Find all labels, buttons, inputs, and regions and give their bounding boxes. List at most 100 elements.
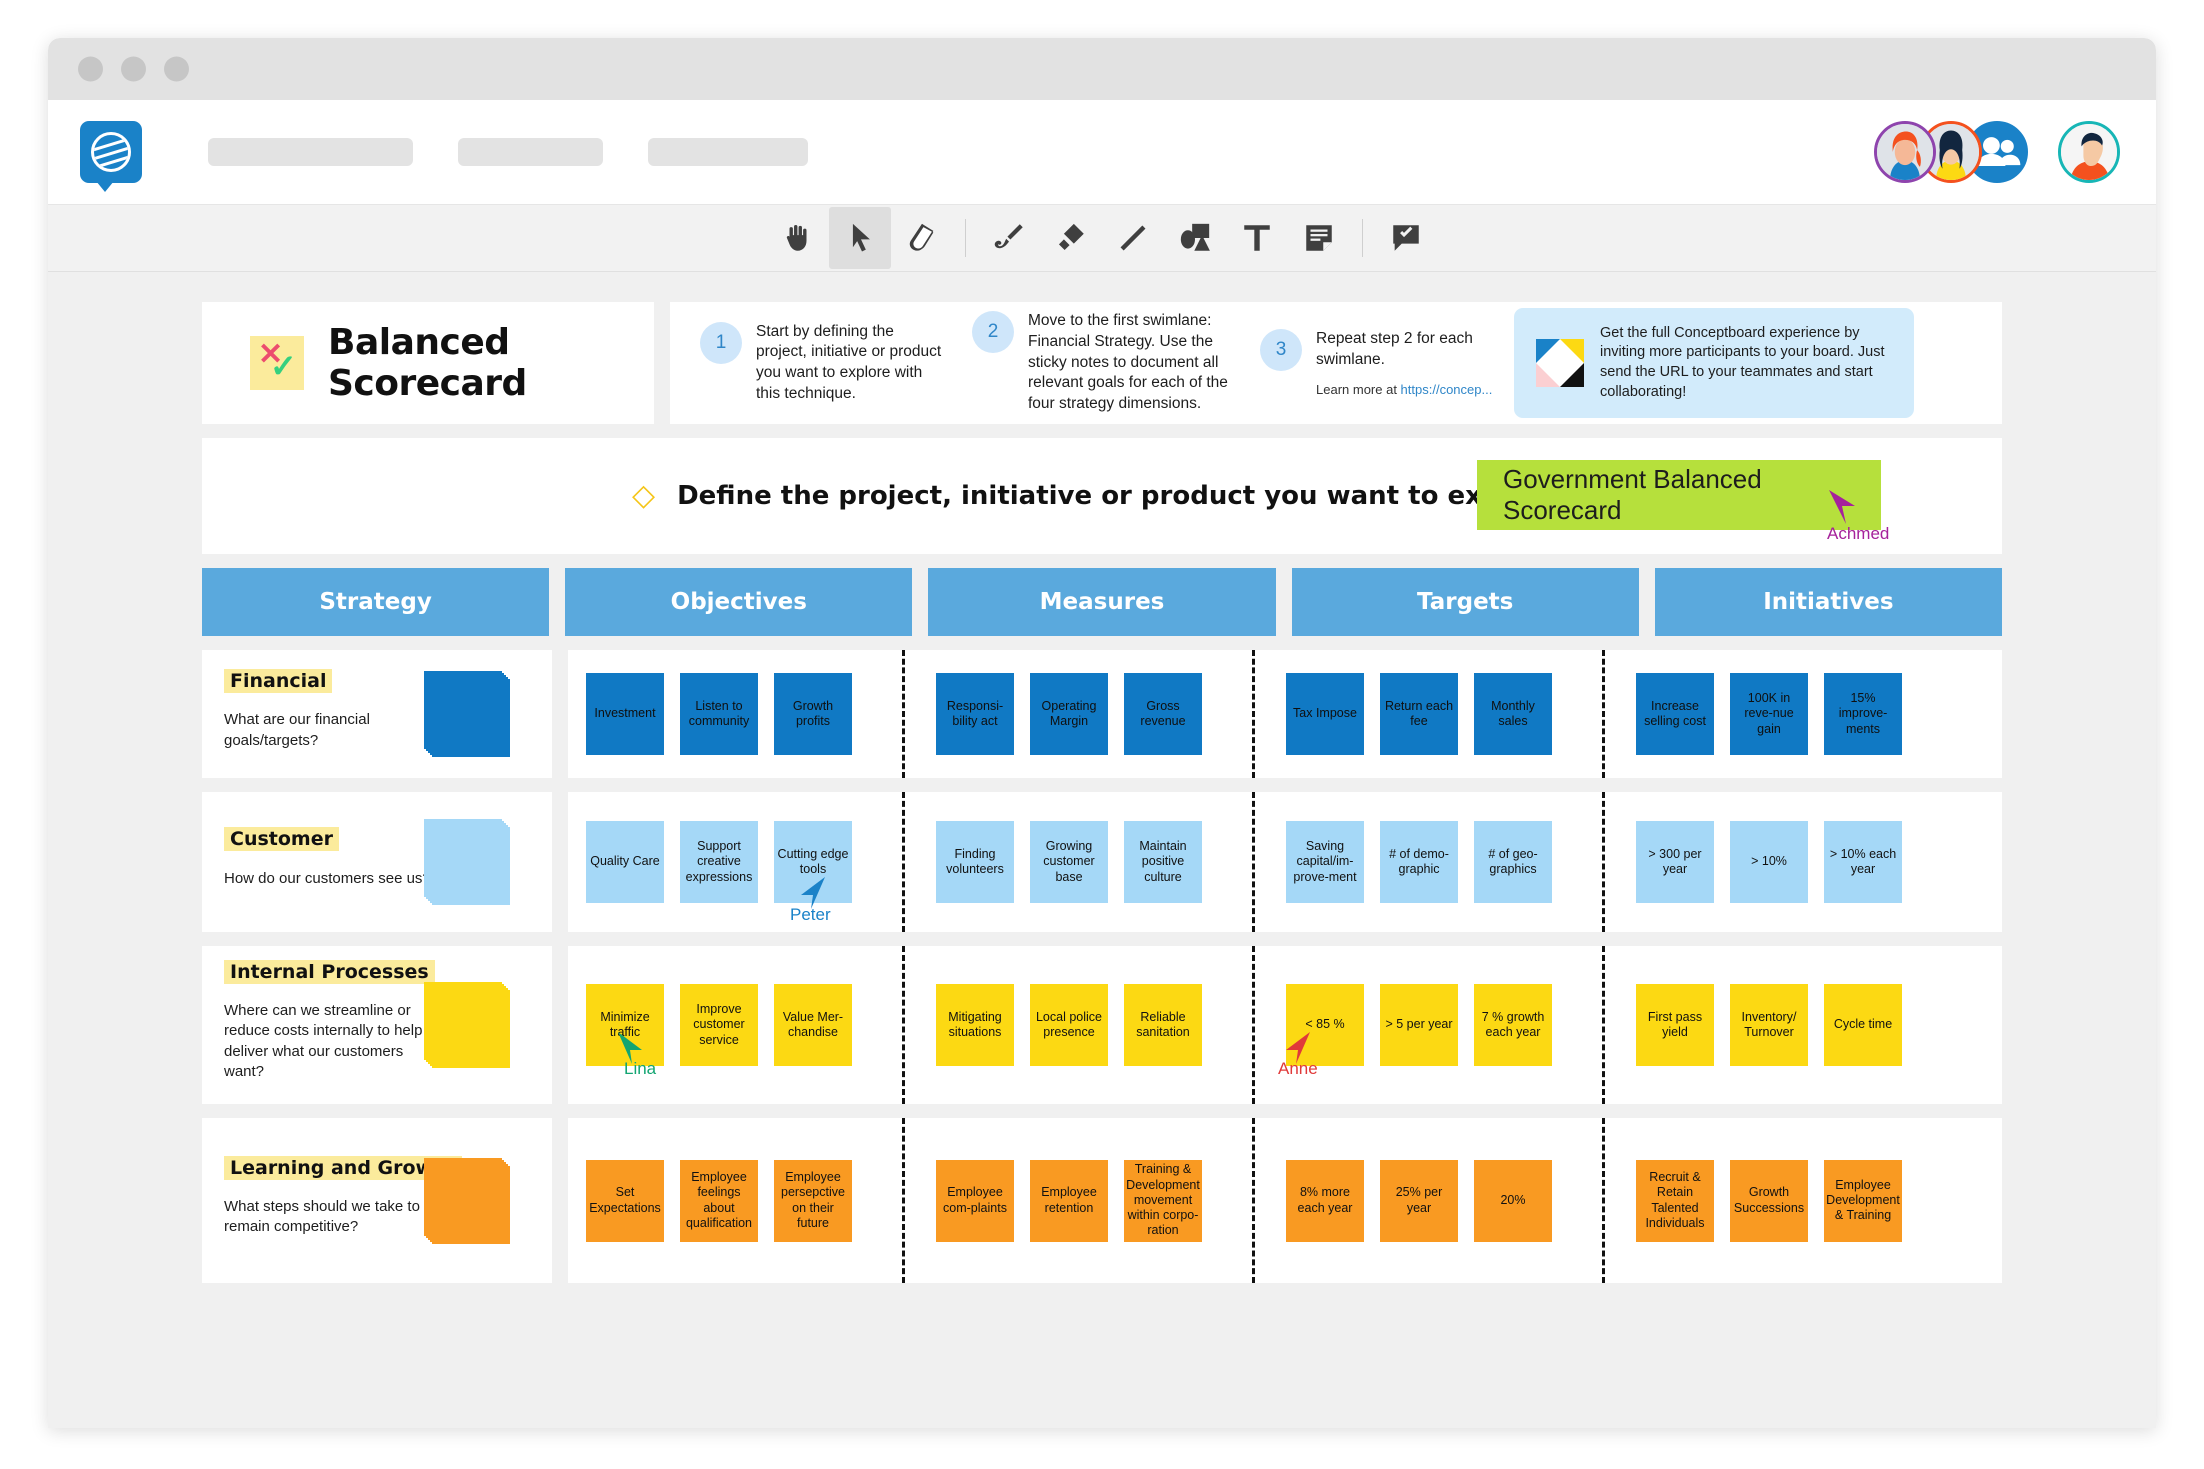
app-header bbox=[48, 100, 2156, 204]
select-tool[interactable] bbox=[829, 207, 891, 269]
sticky-note[interactable]: 100K in reve-nue gain bbox=[1730, 673, 1808, 755]
sticky-note[interactable]: Set Expectations bbox=[586, 1159, 664, 1242]
sticky-note[interactable]: 7 % growth each year bbox=[1474, 984, 1552, 1066]
sticky-stack-internal[interactable] bbox=[424, 982, 510, 1068]
sticky-note[interactable]: Inventory/ Turnover bbox=[1730, 984, 1808, 1066]
sticky-note[interactable]: Tax Impose bbox=[1286, 673, 1364, 755]
line-tool[interactable] bbox=[1102, 207, 1164, 269]
sticky-note[interactable]: Employee retention bbox=[1030, 1159, 1108, 1242]
sticky-note[interactable]: Growing customer base bbox=[1030, 821, 1108, 903]
avatar-current-user[interactable] bbox=[2058, 121, 2120, 183]
conceptboard-mark-icon bbox=[1536, 339, 1584, 387]
initiatives-group: Recruit & Retain Talented Individuals Gr… bbox=[1634, 1159, 1968, 1242]
column-header-initiatives: Initiatives bbox=[1654, 568, 2003, 636]
sticky-note[interactable]: > 300 per year bbox=[1636, 821, 1714, 903]
column-header-objectives: Objectives bbox=[565, 568, 913, 636]
sticky-note[interactable]: Growth profits bbox=[774, 673, 852, 755]
sticky-note[interactable]: 15% improve-ments bbox=[1824, 673, 1902, 755]
conceptboard-logo-icon[interactable] bbox=[80, 121, 142, 192]
sticky-note[interactable]: Employee persepctive on their future bbox=[774, 1159, 852, 1242]
sticky-note[interactable]: Improve customer service bbox=[680, 984, 758, 1066]
column-headers: Strategy Objectives Measures Targets Ini… bbox=[202, 568, 2003, 636]
sticky-stack-financial[interactable] bbox=[424, 671, 510, 757]
sticky-note[interactable]: Training & Development movement within c… bbox=[1124, 1159, 1202, 1242]
board-canvas[interactable]: ✕ ✓ Balanced Scorecard 1 Start by definin… bbox=[48, 272, 2156, 1428]
objectives-group: Investment Listen to community Growth pr… bbox=[584, 673, 918, 755]
pen-tool[interactable] bbox=[978, 207, 1040, 269]
sticky-note[interactable]: 20% bbox=[1474, 1159, 1552, 1242]
sticky-note[interactable]: Employee com-plaints bbox=[936, 1159, 1014, 1242]
header-placeholder-3 bbox=[648, 138, 808, 166]
sticky-stack-learning[interactable] bbox=[424, 1157, 510, 1244]
sticky-note[interactable]: 25% per year bbox=[1380, 1159, 1458, 1242]
swimlane-label-learning-and-growth: Learning and Growth What steps should we… bbox=[202, 1118, 552, 1283]
sticky-note[interactable]: Saving capital/im-prove-ment bbox=[1286, 821, 1364, 903]
cursor-label-achmed: Achmed bbox=[1827, 524, 1890, 543]
sticky-note[interactable]: Value Mer-chandise bbox=[774, 984, 852, 1066]
canvas-toolbar bbox=[48, 204, 2156, 272]
swimlane-content-learning-and-growth: Set Expectations Employee feelings about… bbox=[568, 1118, 2002, 1283]
collaborator-avatars bbox=[1874, 121, 2120, 183]
board-header-row: ✕ ✓ Balanced Scorecard 1 Start by definin… bbox=[202, 302, 2002, 424]
swimlane-content-customer: Quality Care Support creative expression… bbox=[568, 792, 2002, 932]
comment-tool[interactable] bbox=[1375, 207, 1437, 269]
text-tool[interactable] bbox=[1226, 207, 1288, 269]
sticky-note[interactable]: > 10% bbox=[1730, 821, 1808, 903]
eraser-tool[interactable] bbox=[891, 207, 953, 269]
sticky-note[interactable]: Monthly sales bbox=[1474, 673, 1552, 755]
sticky-note[interactable]: Gross revenue bbox=[1124, 673, 1202, 755]
learn-more-line: Learn more at https://concep... bbox=[1316, 382, 1494, 397]
sticky-note[interactable]: > 10% each year bbox=[1824, 821, 1902, 903]
sticky-note[interactable]: Recruit & Retain Talented Individuals bbox=[1636, 1159, 1714, 1242]
app-window: ✕ ✓ Balanced Scorecard 1 Start by definin… bbox=[48, 38, 2156, 1428]
sticky-note[interactable]: Employee feelings about qualification bbox=[680, 1159, 758, 1242]
cursor-label-anne: Anne bbox=[1278, 1059, 1318, 1078]
sticky-note[interactable]: # of demo-graphic bbox=[1380, 821, 1458, 903]
project-name-sticky[interactable]: Government Balanced Scorecard bbox=[1477, 460, 1881, 530]
objectives-group: Quality Care Support creative expression… bbox=[584, 821, 918, 903]
sticky-stack-customer[interactable] bbox=[424, 819, 510, 905]
sticky-note[interactable]: # of geo-graphics bbox=[1474, 821, 1552, 903]
sticky-note[interactable]: Operating Margin bbox=[1030, 673, 1108, 755]
initiatives-group: > 300 per year > 10% > 10% each year bbox=[1634, 821, 1968, 903]
sticky-note[interactable]: Mitigating situations bbox=[936, 984, 1014, 1066]
swimlane-learning-and-growth: Learning and Growth What steps should we… bbox=[202, 1118, 2002, 1283]
swimlane-label-financial: Financial What are our financial goals/t… bbox=[202, 650, 552, 778]
sticky-note[interactable]: Maintain positive culture bbox=[1124, 821, 1202, 903]
toolbar-divider-2 bbox=[1362, 219, 1363, 257]
learn-more-link[interactable]: https://concep... bbox=[1401, 382, 1493, 397]
lane-name: Internal Processes bbox=[224, 959, 435, 984]
sticky-note[interactable]: Responsi-bility act bbox=[936, 673, 1014, 755]
sticky-note[interactable]: Increase selling cost bbox=[1636, 673, 1714, 755]
sticky-note[interactable]: > 5 per year bbox=[1380, 984, 1458, 1066]
sticky-note[interactable]: First pass yield bbox=[1636, 984, 1714, 1066]
header-placeholder-2 bbox=[458, 138, 603, 166]
highlighter-tool[interactable] bbox=[1040, 207, 1102, 269]
sticky-note[interactable]: Quality Care bbox=[586, 821, 664, 903]
targets-group: Tax Impose Return each fee Monthly sales bbox=[1284, 673, 1618, 755]
sticky-note[interactable]: Investment bbox=[586, 673, 664, 755]
maximize-window-dot[interactable] bbox=[164, 56, 189, 82]
lane-question: How do our customers see us? bbox=[224, 869, 431, 887]
sticky-note[interactable]: Finding volunteers bbox=[936, 821, 1014, 903]
close-window-dot[interactable] bbox=[78, 56, 103, 82]
header-placeholder-1 bbox=[208, 138, 413, 166]
sticky-note[interactable]: Local police presence bbox=[1030, 984, 1108, 1066]
sticky-note[interactable]: Reliable sanitation bbox=[1124, 984, 1202, 1066]
swimlane-customer: Customer How do our customers see us? Qu… bbox=[202, 792, 2002, 932]
sticky-note[interactable]: Growth Successions bbox=[1730, 1159, 1808, 1242]
minimize-window-dot[interactable] bbox=[121, 56, 146, 82]
sticky-note[interactable]: Return each fee bbox=[1380, 673, 1458, 755]
sticky-note[interactable]: 8% more each year bbox=[1286, 1159, 1364, 1242]
hand-tool[interactable] bbox=[767, 207, 829, 269]
avatar-user-1[interactable] bbox=[1874, 121, 1936, 183]
sticky-note[interactable]: Cycle time bbox=[1824, 984, 1902, 1066]
sticky-note[interactable]: Employee Development & Training bbox=[1824, 1159, 1902, 1242]
promo-text: Get the full Conceptboard experience by … bbox=[1600, 324, 1885, 400]
instruction-step-1: 1 Start by defining the project, initiat… bbox=[688, 321, 960, 404]
sticky-note[interactable]: Support creative expressions bbox=[680, 821, 758, 903]
lane-name: Financial bbox=[224, 669, 333, 694]
shapes-tool[interactable] bbox=[1164, 207, 1226, 269]
sticky-note[interactable]: Listen to community bbox=[680, 673, 758, 755]
sticky-note-tool[interactable] bbox=[1288, 207, 1350, 269]
